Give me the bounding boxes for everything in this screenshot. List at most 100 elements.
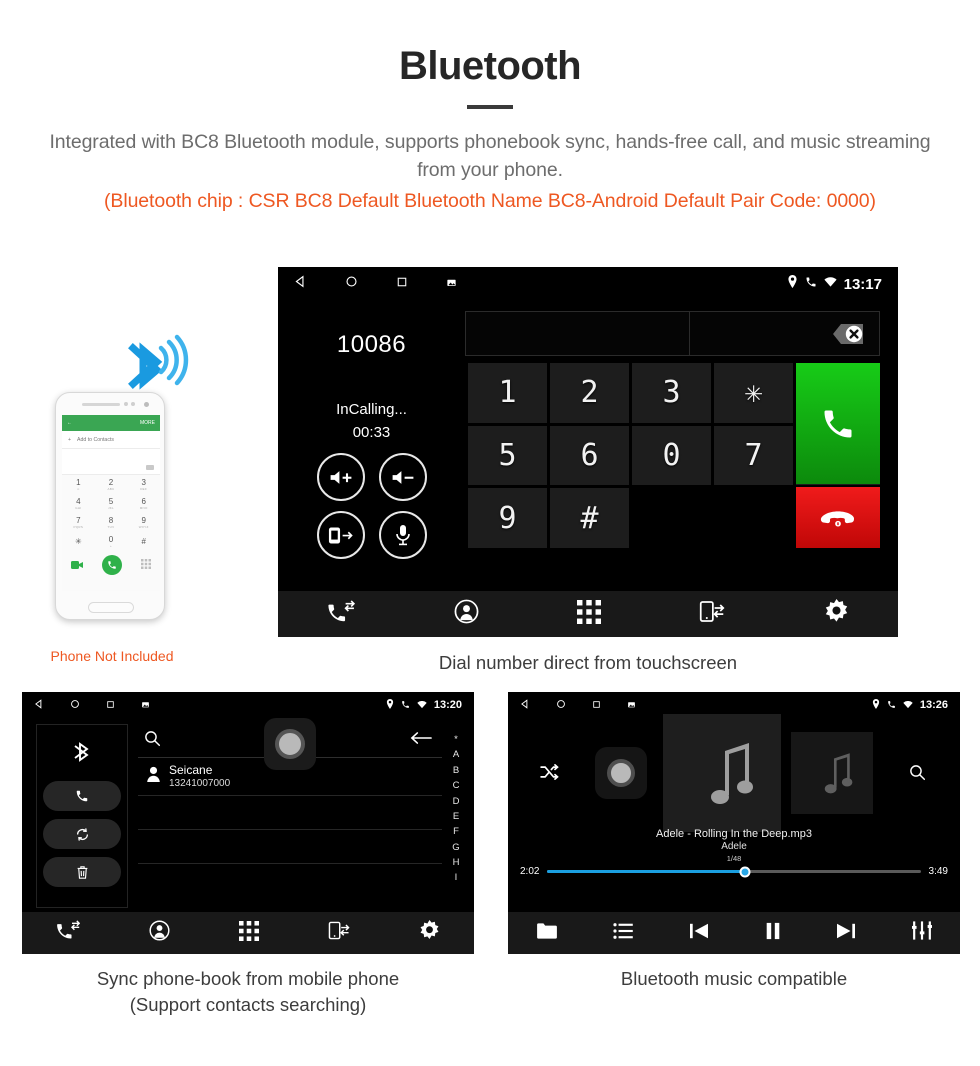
navbar-phone-sync-icon[interactable] [328, 920, 350, 946]
phone-home-button [88, 602, 134, 613]
dial-key-#[interactable]: # [550, 488, 629, 548]
alpha-index-E[interactable]: E [453, 809, 459, 824]
dial-key-3[interactable]: 3 [632, 363, 711, 423]
sidebar-item-sync[interactable] [43, 819, 121, 849]
phone-key-6: 6 MNO [139, 497, 148, 510]
phonebook-body: Seicane 13241007000 * A B C D E F G H I [22, 718, 474, 912]
phone-not-included-label: Phone Not Included [50, 648, 174, 664]
playlist-icon[interactable] [613, 922, 634, 944]
phone-call-button [101, 555, 122, 575]
album-art-next[interactable] [791, 732, 873, 814]
phone-add-contact-label: Add to Contacts [77, 436, 114, 443]
seek-handle[interactable] [739, 866, 751, 877]
android-home-icon[interactable] [556, 696, 566, 714]
phone-icon [401, 696, 410, 714]
location-icon [872, 696, 880, 714]
android-home-icon[interactable] [345, 275, 358, 293]
phone-keypad: 1 ∞ 2 ABC 3 DEF 4 GHI 5 JKL 6 MNO 7 PQRS 8 TUV 9 WXYZ ✳ 0 + # [62, 475, 160, 551]
contact-row-empty[interactable] [138, 864, 442, 898]
dial-key-1[interactable]: 1 [468, 363, 547, 423]
alpha-index-F[interactable]: F [453, 824, 459, 839]
volume-knob-inner [275, 729, 305, 759]
dial-key-7[interactable]: 7 [714, 425, 793, 486]
contact-row-empty[interactable] [138, 796, 442, 830]
wifi-icon [824, 275, 837, 293]
alphabet-index[interactable]: * A B C D E F G H I [446, 724, 466, 908]
phone-illustration: ← MORE + Add to Contacts 1 ∞ 2 ABC 3 DEF 4 GHI 5… [55, 392, 165, 632]
screenshot-icon[interactable] [627, 696, 636, 714]
dial-key-6[interactable]: 6 [550, 425, 629, 486]
navbar-contacts-icon[interactable] [149, 920, 170, 946]
phone-key-8: 8 TUV [107, 516, 115, 529]
navbar-keypad-icon[interactable] [238, 920, 259, 946]
android-back-icon[interactable] [34, 696, 44, 714]
dial-key-0[interactable]: 0 [632, 425, 711, 486]
navbar-phone-sync-icon[interactable] [699, 599, 725, 629]
volume-down-button[interactable] [378, 453, 427, 501]
alpha-index-H[interactable]: H [453, 855, 460, 870]
folder-icon[interactable] [536, 922, 558, 945]
previous-track-icon[interactable] [689, 922, 709, 945]
microphone-button[interactable] [378, 511, 427, 559]
alpha-index-B[interactable]: B [453, 763, 459, 778]
alpha-index-A[interactable]: A [453, 747, 459, 762]
alpha-index-G[interactable]: G [452, 840, 459, 855]
album-art-current[interactable] [663, 714, 781, 832]
alpha-index-D[interactable]: D [453, 794, 460, 809]
sidebar-item-call[interactable] [43, 781, 121, 811]
equalizer-icon[interactable] [912, 921, 933, 945]
navbar-settings-icon[interactable] [824, 599, 849, 629]
navbar-keypad-icon[interactable] [576, 599, 601, 629]
end-call-key[interactable] [796, 487, 880, 548]
back-arrow-icon[interactable] [410, 731, 432, 750]
screenshot-icon[interactable] [446, 275, 457, 293]
volume-up-button[interactable] [316, 453, 365, 501]
sidebar-item-delete[interactable] [43, 857, 121, 887]
dial-key-5[interactable]: 5 [468, 425, 547, 486]
navbar-settings-icon[interactable] [419, 920, 440, 946]
dial-key-✳[interactable]: ✳ [714, 363, 793, 423]
android-home-icon[interactable] [70, 696, 80, 714]
phone-videocall-icon [71, 556, 84, 574]
backspace-key[interactable] [690, 311, 880, 356]
phone-camera [144, 402, 149, 407]
dial-key-2[interactable]: 2 [550, 363, 629, 423]
call-controls [316, 453, 427, 559]
seek-fill [547, 870, 746, 873]
dialer-keypad-area: 123✳4560789# [465, 301, 898, 591]
pause-icon[interactable] [765, 922, 781, 945]
call-key[interactable] [796, 363, 880, 484]
android-recents-icon[interactable] [592, 696, 601, 714]
contact-search-bar[interactable] [138, 718, 442, 770]
android-back-icon[interactable] [294, 275, 307, 293]
seek-bar[interactable] [547, 866, 921, 877]
alpha-index-C[interactable]: C [453, 778, 460, 793]
dialer-navbar [278, 591, 898, 637]
next-track-icon[interactable] [836, 922, 856, 945]
contact-row-empty[interactable] [138, 830, 442, 864]
transfer-to-phone-button[interactable] [316, 511, 365, 559]
android-recents-icon[interactable] [396, 275, 408, 293]
number-input[interactable] [465, 311, 690, 356]
alpha-index-*[interactable]: * [454, 732, 458, 747]
navbar-call-log-icon[interactable] [56, 920, 81, 946]
dialer-screenshot: 13:17 10086 InCalling... 00:33 1 2 3 ✳ 5… [278, 267, 898, 637]
navbar-call-log-icon[interactable] [327, 599, 356, 629]
phonebook-caption-line2: (Support contacts searching) [129, 994, 367, 1016]
android-recents-icon[interactable] [106, 696, 115, 714]
dial-key-9[interactable]: 9 [468, 488, 547, 548]
phonebook-caption-line1: Sync phone-book from mobile phone [96, 968, 400, 989]
android-back-icon[interactable] [520, 696, 530, 714]
phone-sensor-dot [124, 402, 128, 406]
phone-key-5: 5 JKL [107, 497, 115, 510]
phone-keypad-icon [140, 556, 151, 574]
search-icon[interactable] [909, 764, 926, 786]
volume-knob-inner [607, 759, 635, 787]
shuffle-icon[interactable] [540, 764, 560, 785]
alpha-index-I[interactable]: I [455, 870, 458, 885]
phone-key-0: 0 + [108, 535, 114, 548]
phone-key-9: 9 WXYZ [138, 516, 149, 529]
page-note: (Bluetooth chip : CSR BC8 Default Blueto… [104, 189, 876, 212]
screenshot-icon[interactable] [141, 696, 150, 714]
navbar-contacts-icon[interactable] [454, 599, 479, 629]
